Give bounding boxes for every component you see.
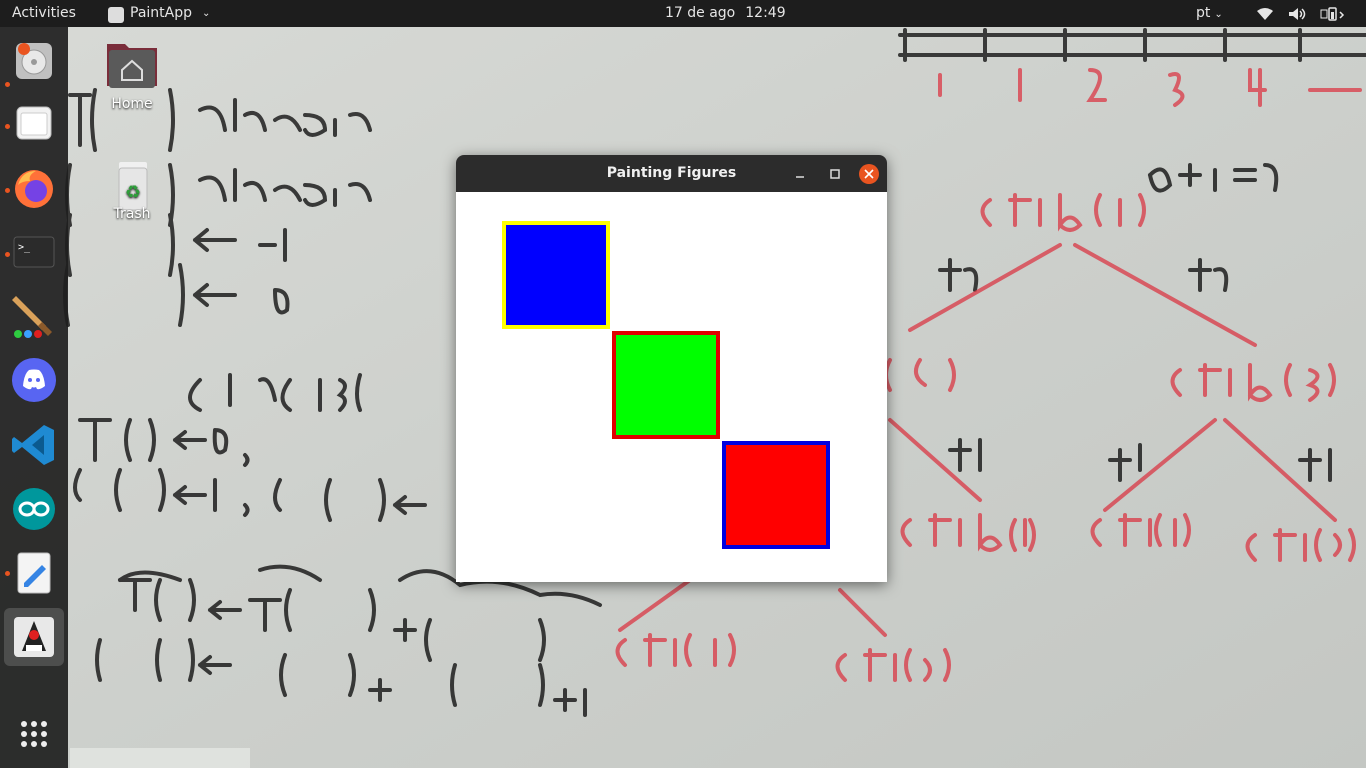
maximize-button[interactable]: [825, 164, 845, 184]
clock-date: 17 de ago: [665, 5, 736, 21]
dock-running-indicator: [5, 571, 10, 576]
app-menu[interactable]: PaintApp ⌄: [108, 0, 210, 27]
dock-discord[interactable]: [10, 356, 58, 404]
input-language-menu[interactable]: pt ⌄: [1196, 0, 1223, 27]
dock-running-indicator: [5, 124, 10, 129]
app-menu-label: PaintApp: [130, 5, 192, 21]
discord-icon: [12, 358, 56, 402]
vscode-icon: [12, 425, 54, 465]
desktop-icon-home[interactable]: Home: [97, 38, 167, 112]
chevron-down-icon: ⌄: [202, 8, 211, 19]
svg-text:♻: ♻: [125, 182, 141, 203]
svg-text:>_: >_: [18, 242, 31, 253]
minimize-button[interactable]: [790, 164, 810, 184]
terminal-icon: >_: [13, 236, 55, 268]
close-button[interactable]: [859, 164, 879, 184]
dock-running-indicator: [5, 252, 10, 257]
clock-time: 12:49: [745, 5, 786, 21]
window-title: Painting Figures: [606, 165, 737, 181]
drawing-canvas[interactable]: [456, 192, 887, 582]
java-duke-icon: [14, 617, 54, 657]
dock-vscode[interactable]: [10, 421, 58, 469]
home-folder-icon: [107, 44, 157, 88]
red-square: [722, 441, 830, 549]
dock-text-editor[interactable]: [10, 549, 58, 597]
dock-running-indicator: [5, 82, 10, 87]
minimize-icon: [796, 176, 804, 178]
show-applications-button[interactable]: [10, 710, 58, 758]
disk-installer-icon: [16, 43, 52, 79]
app-grid-icon: [21, 721, 47, 747]
dock-files[interactable]: [10, 99, 58, 147]
dock-paint-brush-app[interactable]: [10, 292, 58, 340]
activities-button[interactable]: Activities: [12, 0, 76, 27]
green-square: [612, 331, 720, 439]
chevron-down-icon: ⌄: [1214, 9, 1223, 20]
system-tray[interactable]: [1256, 0, 1346, 27]
close-icon: [864, 169, 874, 179]
firefox-icon: [15, 170, 53, 208]
window-titlebar[interactable]: Painting Figures: [456, 155, 887, 192]
dock-terminal[interactable]: >_: [10, 228, 58, 276]
battery-icon: [1320, 6, 1345, 21]
dock-disk-installer[interactable]: [10, 37, 58, 85]
desktop-icon-label: Home: [111, 96, 153, 112]
dock-running-indicator: [5, 188, 10, 193]
clock[interactable]: 17 de ago 12:49: [665, 0, 786, 27]
paint-brush-icon: [12, 296, 52, 338]
dock-firefox[interactable]: [10, 165, 58, 213]
blue-square: [502, 221, 610, 329]
maximize-icon: [830, 169, 840, 179]
wifi-icon: [1257, 7, 1273, 20]
dock-arduino[interactable]: [10, 485, 58, 533]
text-editor-icon: [17, 552, 51, 594]
volume-icon: [1289, 7, 1306, 20]
painting-figures-window: Painting Figures: [456, 155, 887, 582]
arduino-icon: [13, 488, 55, 530]
top-bar: Activities PaintApp ⌄ 17 de ago 12:49 pt ⌄: [0, 0, 1366, 27]
dock-java-duke[interactable]: [10, 613, 58, 661]
input-language-label: pt: [1196, 5, 1211, 21]
dock: >_: [0, 27, 68, 768]
files-icon: [16, 106, 52, 140]
desktop-icon-trash[interactable]: ♻ Trash: [97, 158, 167, 222]
app-menu-icon: [108, 6, 124, 23]
